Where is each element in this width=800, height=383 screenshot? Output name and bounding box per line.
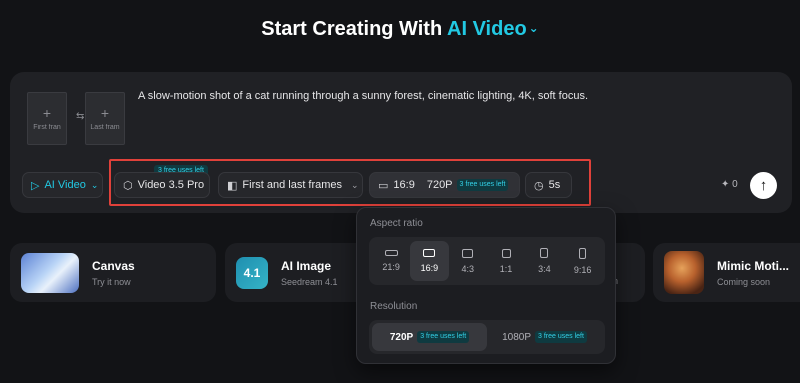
ratio-option-3-4[interactable]: 3:4 (525, 241, 563, 281)
ratio-3-4-icon (540, 248, 549, 258)
resolution-label: 720P (426, 179, 453, 191)
resolution-option-1080p[interactable]: 1080P 3 free uses left (487, 323, 602, 351)
ratio-resolution-dropdown: Aspect ratio 21:9 16:9 4:3 1:1 3:4 9:16 … (356, 207, 616, 364)
ratio-label: 4:3 (461, 263, 474, 274)
aspect-ratio-options: 21:9 16:9 4:3 1:1 3:4 9:16 (369, 237, 605, 285)
card-subtitle: Try it now (92, 276, 131, 287)
chevron-down-icon: ⌄ (351, 179, 359, 190)
first-frame-label: First fran (33, 124, 61, 131)
last-frame-upload[interactable]: + Last fram (85, 92, 125, 145)
aspect-ratio-heading: Aspect ratio (370, 218, 423, 229)
mimic-motion-thumbnail (664, 251, 704, 294)
feature-card-mimic-motion[interactable]: Mimic Moti... Coming soon (653, 243, 800, 302)
ratio-resolution-selector[interactable]: ▭ 16:9 720P 3 free uses left (369, 172, 520, 198)
ratio-label: 16:9 (420, 263, 439, 273)
aspect-ratio-icon: ▭ (378, 179, 389, 192)
chevron-down-icon[interactable]: ⌄ (529, 21, 539, 35)
swap-icon[interactable]: ⇆ (76, 111, 84, 122)
resolution-options: 720P 3 free uses left 1080P 3 free uses … (369, 320, 605, 354)
duration-selector[interactable]: ◷ 5s (525, 172, 572, 198)
plus-icon: + (100, 105, 110, 121)
ratio-16-9-icon (423, 249, 436, 257)
ratio-option-21-9[interactable]: 21:9 (372, 241, 410, 281)
plus-icon: + (42, 105, 52, 121)
ratio-4-3-icon (462, 248, 474, 258)
arrow-up-icon: ↑ (759, 177, 768, 194)
clock-icon: ◷ (534, 179, 544, 192)
frames-icon: ◧ (227, 179, 238, 192)
ratio-21-9-icon (384, 250, 398, 256)
model-selector[interactable]: ⬡ Video 3.5 Pro (114, 172, 210, 198)
ratio-1-1-icon (501, 248, 511, 258)
ratio-option-4-3[interactable]: 4:3 (449, 241, 487, 281)
ratio-label: 3:4 (538, 264, 551, 274)
title-prefix: Start Creating With (261, 18, 443, 40)
resolution-free-badge: 3 free uses left (456, 179, 509, 191)
video-play-icon: ▷ (31, 179, 40, 192)
resolution-option-label: 1080P (502, 331, 531, 343)
title-model-selector[interactable]: AI Video ⌄ (447, 18, 539, 40)
page-title: Start Creating With AI Video ⌄ (0, 18, 800, 41)
ratio-label: 9:16 (573, 264, 592, 275)
ratio-label: 1:1 (499, 263, 513, 274)
ratio-option-16-9[interactable]: 16:9 (410, 241, 449, 281)
chevron-down-icon: ⌄ (90, 179, 99, 190)
mode-selector[interactable]: ▷ AI Video ⌄ (22, 172, 103, 198)
free-uses-badge: 3 free uses left (417, 331, 470, 343)
prompt-input[interactable]: A slow-motion shot of a cat running thro… (138, 90, 588, 102)
free-uses-badge: 3 free uses left (535, 331, 587, 343)
prompt-composer: + First fran ⇆ + Last fram A slow-motion… (10, 72, 792, 213)
ratio-9-16-icon (579, 247, 587, 259)
submit-button[interactable]: ↑ (750, 172, 777, 199)
ratio-label: 16:9 (393, 179, 415, 191)
canvas-thumbnail (21, 252, 79, 293)
last-frame-label: Last fram (90, 124, 120, 131)
card-title: Canvas (92, 258, 135, 273)
frames-mode-label: First and last frames (242, 179, 343, 191)
mode-label: AI Video (44, 179, 86, 191)
resolution-heading: Resolution (370, 301, 418, 312)
credits-count: ✦ 0 (721, 179, 738, 190)
ratio-label: 21:9 (382, 262, 400, 272)
cube-icon: ⬡ (123, 179, 133, 192)
model-label: Video 3.5 Pro (137, 179, 205, 191)
ratio-option-1-1[interactable]: 1:1 (487, 241, 525, 281)
card-subtitle: Coming soon (717, 276, 771, 287)
card-title: AI Image (281, 258, 332, 273)
card-title: Mimic Moti... (717, 258, 789, 273)
duration-label: 5s (548, 179, 561, 191)
first-frame-upload[interactable]: + First fran (27, 92, 67, 145)
card-subtitle: Seedream 4.1 (281, 276, 338, 287)
title-accent[interactable]: AI Video (447, 18, 527, 40)
seedream-logo: 4.1 (236, 256, 268, 289)
frames-mode-selector[interactable]: ◧ First and last frames ⌄ (218, 172, 363, 198)
feature-card-canvas[interactable]: Canvas Try it now (10, 243, 216, 302)
ratio-option-9-16[interactable]: 9:16 (563, 241, 601, 281)
resolution-option-label: 720P (389, 331, 414, 343)
resolution-option-720p[interactable]: 720P 3 free uses left (372, 323, 487, 351)
